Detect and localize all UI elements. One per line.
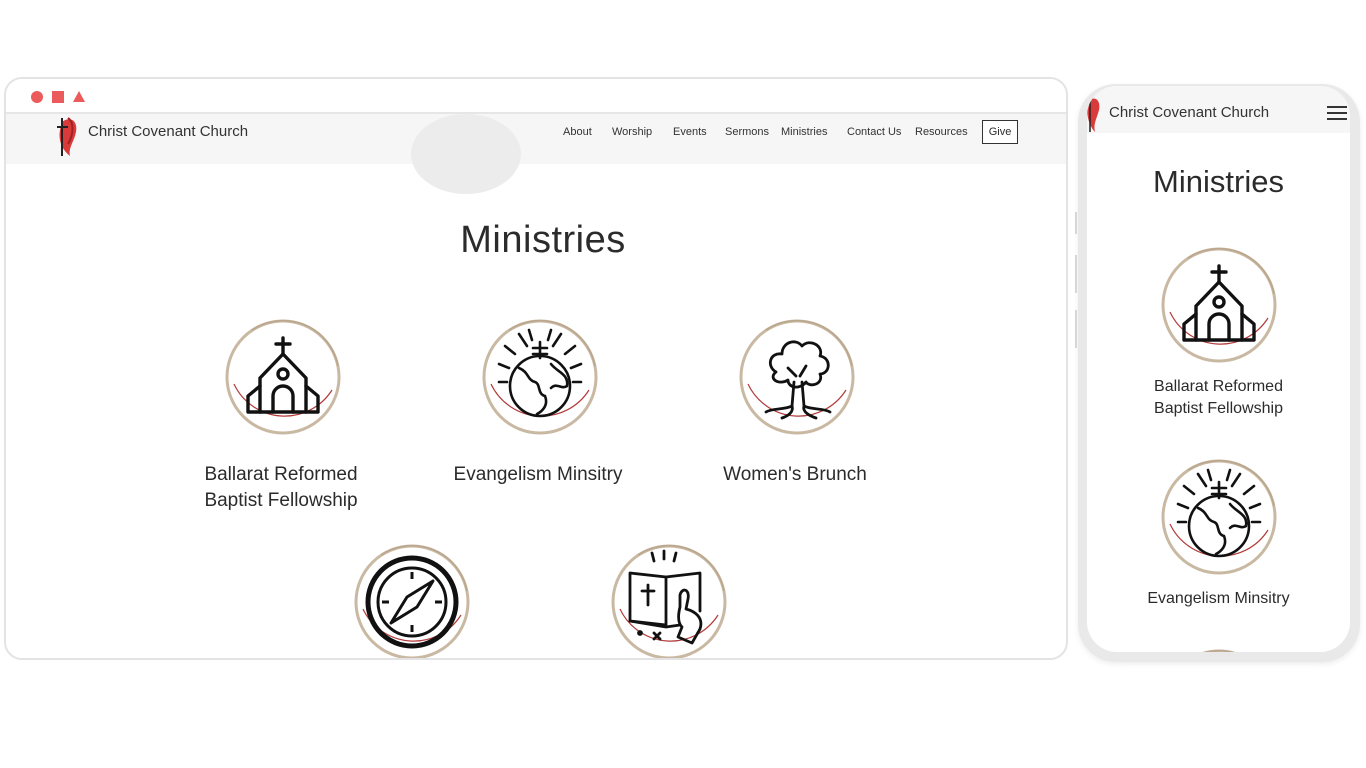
ministry-label-evangelism[interactable]: Evangelism Minsitry: [438, 462, 638, 488]
browser-chrome-bar: [6, 79, 1066, 114]
compass-icon[interactable]: [351, 541, 473, 660]
church-logo-icon[interactable]: [56, 114, 80, 156]
bible-hand-icon[interactable]: [608, 541, 730, 660]
device-side-tick: [1075, 255, 1077, 293]
next-ministry-icon[interactable]: [1158, 646, 1280, 652]
phone-page-title: Ministries: [1153, 164, 1284, 199]
device-side-tick: [1075, 212, 1077, 234]
globe-cross-icon[interactable]: [1158, 456, 1280, 578]
header-background-decoration: [411, 114, 521, 194]
ministry-label-line2: Baptist Fellowship: [204, 490, 358, 511]
church-icon[interactable]: [222, 316, 344, 438]
phone-brand-name[interactable]: Christ Covenant Church: [1109, 104, 1269, 121]
phone-header: Christ Covenant Church: [1087, 86, 1350, 133]
device-side-tick: [1075, 310, 1077, 348]
nav-link-contact-us[interactable]: Contact Us: [847, 126, 901, 138]
window-dot-circle-icon: [31, 91, 43, 103]
ministry-label-line1: Ballarat Reformed: [1154, 378, 1283, 395]
nav-link-events[interactable]: Events: [673, 126, 707, 138]
ministry-label-ballarat[interactable]: Ballarat Reformed Baptist Fellowship: [181, 462, 381, 514]
site-brand-name[interactable]: Christ Covenant Church: [88, 123, 248, 140]
tree-icon[interactable]: [736, 316, 858, 438]
desktop-browser-mockup: Christ Covenant Church About Worship Eve…: [4, 77, 1068, 660]
ministry-label-womens-brunch[interactable]: Women's Brunch: [695, 462, 895, 488]
phone-screen: Christ Covenant Church Ministries Ballar…: [1087, 86, 1350, 652]
ministry-label-line1: Ballarat Reformed: [204, 464, 358, 485]
phone-ministry-label-ballarat[interactable]: Ballarat Reformed Baptist Fellowship: [1087, 376, 1350, 420]
phone-ministry-label-evangelism[interactable]: Evangelism Minsitry: [1087, 588, 1350, 610]
church-icon[interactable]: [1158, 244, 1280, 366]
nav-link-about[interactable]: About: [563, 126, 592, 138]
window-dot-square-icon: [52, 91, 64, 103]
site-header: Christ Covenant Church About Worship Eve…: [6, 114, 1066, 194]
nav-link-worship[interactable]: Worship: [612, 126, 652, 138]
church-logo-icon[interactable]: [1087, 94, 1101, 132]
nav-link-ministries[interactable]: Ministries: [781, 126, 827, 138]
nav-link-sermons[interactable]: Sermons: [725, 126, 769, 138]
hamburger-menu-icon[interactable]: [1327, 106, 1347, 120]
give-button[interactable]: Give: [982, 120, 1018, 144]
nav-link-resources[interactable]: Resources: [915, 126, 968, 138]
ministry-label-line2: Baptist Fellowship: [1154, 400, 1283, 417]
phone-mockup: Christ Covenant Church Ministries Ballar…: [1078, 84, 1360, 662]
globe-cross-icon[interactable]: [479, 316, 601, 438]
window-dot-triangle-icon: [73, 91, 85, 102]
page-title: Ministries: [460, 219, 626, 261]
